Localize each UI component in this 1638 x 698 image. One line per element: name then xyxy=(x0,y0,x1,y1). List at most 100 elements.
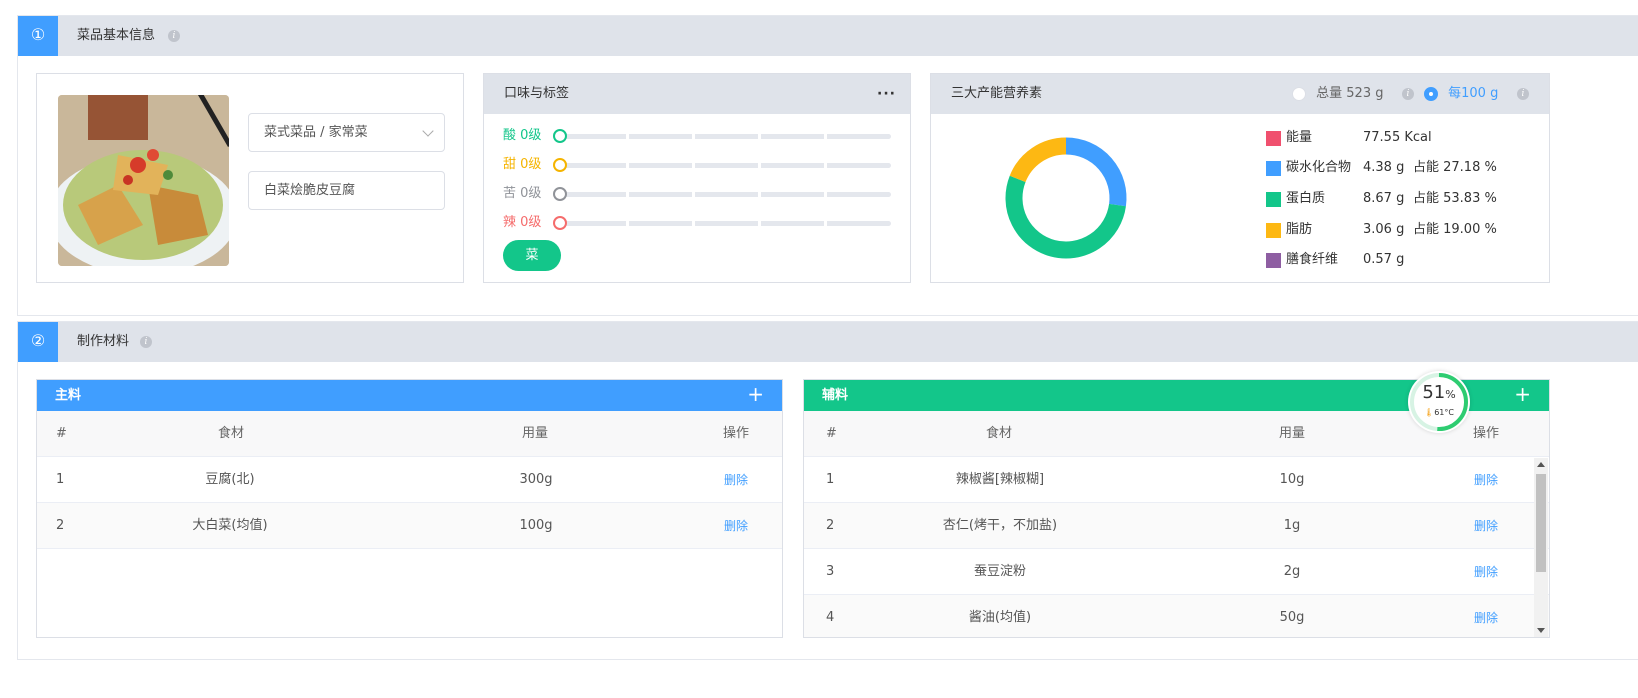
delete-link[interactable]: 删除 xyxy=(1474,595,1498,637)
nutrient-legend-item: 蛋白质 8.67 g 占能 53.83 % xyxy=(1266,189,1526,209)
taste-label: 辣 0级 xyxy=(503,215,542,230)
info-icon[interactable]: i xyxy=(1517,88,1529,100)
dish-name-input[interactable]: 白菜烩脆皮豆腐 xyxy=(248,171,445,210)
donut-slice-1[interactable] xyxy=(1065,137,1127,207)
taste-slider-track[interactable] xyxy=(561,221,891,226)
legend-swatch xyxy=(1266,253,1281,268)
table-header: # 食材 用量 操作 xyxy=(37,411,782,457)
nutrient-name: 碳水化合物 xyxy=(1286,160,1352,175)
section-header: ② 制作材料 i xyxy=(18,322,1638,362)
section-number: ② xyxy=(18,322,58,362)
ingredient-name: 蚕豆淀粉 xyxy=(973,564,1026,579)
gauge-unit: % xyxy=(1445,388,1456,401)
performance-gauge[interactable]: 51% 🌡61°C xyxy=(1408,371,1470,433)
nutrient-value: 4.38 g xyxy=(1363,160,1405,175)
section-title: 菜品基本信息 xyxy=(77,28,156,43)
taste-slider-track[interactable] xyxy=(561,163,891,168)
dish-name-value: 白菜烩脆皮豆腐 xyxy=(264,183,356,198)
donut-slice-3[interactable] xyxy=(1009,137,1067,183)
table-row: 2 杏仁(烤干，不加盐) 1g 删除 xyxy=(804,503,1549,549)
table-row: 2 大白菜(均值) 100g 删除 xyxy=(37,503,782,549)
nutrient-value: 0.57 g xyxy=(1363,252,1405,267)
header-index: # xyxy=(56,426,67,441)
radio-per100[interactable] xyxy=(1424,86,1438,101)
add-main-ingredient-button[interactable]: + xyxy=(747,380,764,409)
nutrient-name: 蛋白质 xyxy=(1286,191,1326,206)
info-icon[interactable]: i xyxy=(168,30,180,42)
taste-slider-handle[interactable] xyxy=(553,187,567,201)
nutrient-energy-share: 占能 27.18 % xyxy=(1413,160,1497,175)
info-icon[interactable]: i xyxy=(140,336,152,348)
ingredient-name: 杏仁(烤干，不加盐) xyxy=(942,518,1058,533)
delete-link[interactable]: 删除 xyxy=(1474,503,1498,549)
nutrient-name: 能量 xyxy=(1286,130,1313,145)
nutrition-card-title: 三大产能营养素 xyxy=(951,86,1043,101)
chevron-down-icon xyxy=(422,125,434,137)
row-index: 2 xyxy=(826,518,835,533)
main-table-bar: 主料 + xyxy=(37,380,782,411)
ingredient-quantity: 300g xyxy=(519,472,553,487)
nutrient-value: 3.06 g xyxy=(1363,222,1405,237)
taste-card: 口味与标签 ··· 酸 0级甜 0级苦 0级辣 0级 菜 xyxy=(483,73,911,283)
category-select[interactable]: 菜式菜品 / 家常菜 xyxy=(248,113,445,152)
taste-slider-track[interactable] xyxy=(561,192,891,197)
total-option[interactable]: 总量 523 g xyxy=(1292,74,1383,114)
tag-button[interactable]: 菜 xyxy=(503,240,561,271)
ingredient-quantity: 50g xyxy=(1279,610,1305,625)
nutrient-legend-item: 膳食纤维 0.57 g xyxy=(1266,250,1526,270)
section-number: ① xyxy=(18,16,58,56)
category-value: 菜式菜品 / 家常菜 xyxy=(264,125,368,140)
scroll-thumb[interactable] xyxy=(1536,474,1546,572)
scroll-down-icon[interactable] xyxy=(1537,628,1545,633)
taste-label: 甜 0级 xyxy=(503,157,542,172)
nutrition-card: 三大产能营养素 总量 523 g i 每100 g i 能量 77.55 Kcal… xyxy=(930,73,1550,283)
header-index: # xyxy=(826,426,837,441)
nutrient-name: 膳食纤维 xyxy=(1286,252,1339,267)
donut-slice-2[interactable] xyxy=(1005,175,1126,259)
taste-slider-handle[interactable] xyxy=(553,129,567,143)
dish-card: 菜式菜品 / 家常菜 白菜烩脆皮豆腐 xyxy=(36,73,464,283)
per100-option[interactable]: 每100 g xyxy=(1424,74,1498,114)
taste-slider-row: 苦 0级 xyxy=(503,184,893,204)
taste-label: 酸 0级 xyxy=(503,128,542,143)
add-aux-ingredient-button[interactable]: + xyxy=(1514,380,1531,409)
ingredient-name: 酱油(均值) xyxy=(968,610,1032,625)
scroll-up-icon[interactable] xyxy=(1537,462,1545,467)
row-index: 1 xyxy=(826,472,835,487)
gauge-temp: 🌡61°C xyxy=(1408,408,1470,417)
thermometer-icon: 🌡 xyxy=(1424,408,1435,417)
radio-total[interactable] xyxy=(1292,86,1306,101)
legend-swatch xyxy=(1266,223,1281,238)
delete-link[interactable]: 删除 xyxy=(724,503,748,549)
gauge-temp-value: 61°C xyxy=(1434,408,1454,417)
main-ingredients-table: 主料 + # 食材 用量 操作 1 豆腐(北) 300g 删除 2 大白菜(均值) 100g… xyxy=(36,379,783,638)
ingredient-quantity: 100g xyxy=(519,518,553,533)
header-quantity: 用量 xyxy=(1279,426,1306,441)
info-icon[interactable]: i xyxy=(1402,88,1414,100)
taste-slider-handle[interactable] xyxy=(553,216,567,230)
ingredient-name: 豆腐(北) xyxy=(205,472,255,487)
nutrient-value: 77.55 Kcal xyxy=(1363,130,1432,145)
header-action: 操作 xyxy=(1473,426,1500,441)
table-row: 1 豆腐(北) 300g 删除 xyxy=(37,457,782,503)
nutrient-name: 脂肪 xyxy=(1286,222,1313,237)
taste-slider-handle[interactable] xyxy=(553,158,567,172)
nutrient-legend-item: 脂肪 3.06 g 占能 19.00 % xyxy=(1266,220,1526,240)
delete-link[interactable]: 删除 xyxy=(724,457,748,503)
more-icon[interactable]: ··· xyxy=(877,74,896,114)
scrollbar[interactable] xyxy=(1534,458,1548,637)
nutrient-legend-item: 能量 77.55 Kcal xyxy=(1266,128,1526,148)
taste-slider-track[interactable] xyxy=(561,134,891,139)
header-quantity: 用量 xyxy=(522,426,549,441)
ingredient-name: 大白菜(均值) xyxy=(192,518,268,533)
gauge-percent: 51% xyxy=(1408,382,1470,403)
row-index: 2 xyxy=(56,518,65,533)
table-row: 1 辣椒酱[辣椒糊] 10g 删除 xyxy=(804,457,1549,503)
ingredient-name: 辣椒酱[辣椒糊] xyxy=(955,472,1045,487)
legend-swatch xyxy=(1266,192,1281,207)
delete-link[interactable]: 删除 xyxy=(1474,457,1498,503)
total-option-label: 总量 523 g xyxy=(1316,86,1384,101)
delete-link[interactable]: 删除 xyxy=(1474,549,1498,595)
taste-card-header: 口味与标签 ··· xyxy=(484,74,910,114)
header-ingredient: 食材 xyxy=(218,426,245,441)
